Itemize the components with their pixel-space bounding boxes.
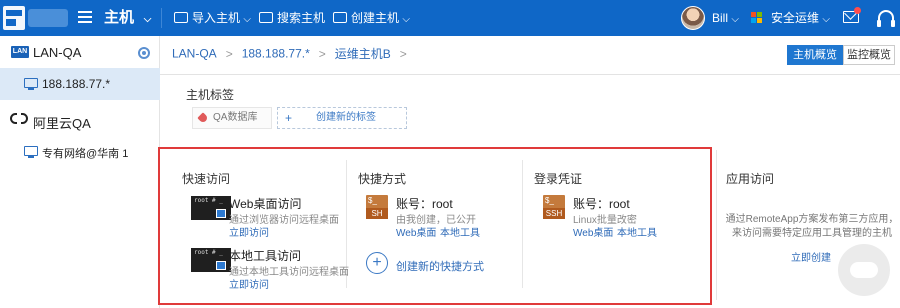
host-tags-title: 主机标签 — [186, 88, 235, 102]
breadcrumb-separator: > — [225, 46, 233, 61]
lan-badge-icon: LAN — [11, 46, 29, 58]
breadcrumb-ip-range[interactable]: 188.188.77.* — [242, 47, 310, 61]
terminal-icon-text: root # _ — [194, 249, 223, 256]
breadcrumb: LAN-QA >188.188.77.* > 运维主机B > — [172, 45, 416, 62]
chevron-down-icon: ⌵ — [822, 14, 830, 25]
import-host-icon — [174, 12, 188, 23]
import-host-label: 导入主机 — [192, 11, 241, 25]
cloud-watermark-icon — [838, 244, 890, 296]
organization-name: 安全运维 — [771, 11, 820, 25]
create-tag-label: 创建新的标签 — [316, 112, 376, 123]
notification-dot — [854, 7, 861, 14]
web-desktop-access-title: Web桌面访问 — [229, 197, 302, 211]
credential-account: 账号：root — [573, 197, 630, 211]
cloud-icon — [10, 113, 28, 124]
plus-icon: + — [285, 111, 293, 125]
shortcut-web-desktop-link[interactable]: Web桌面 — [396, 224, 436, 239]
tag-chip[interactable]: QA数据库 — [192, 107, 272, 129]
user-menu[interactable]: Bill ⌵ — [712, 0, 739, 36]
monitor-icon — [24, 146, 38, 158]
terminal-icon: root # _ — [191, 248, 231, 272]
app-access-title: 应用访问 — [726, 172, 775, 186]
headset-support-icon[interactable] — [877, 10, 895, 27]
host-group-sidebar: LAN LAN-QA 188.188.77.* 阿里云QA 专有网络@华南 1 — [0, 36, 160, 308]
search-host-button[interactable]: 搜索主机 — [277, 0, 325, 36]
organization-switcher[interactable]: 安全运维 ⌵ — [771, 0, 830, 36]
monitor-icon — [24, 78, 38, 90]
gear-icon[interactable] — [138, 47, 150, 59]
breadcrumb-lan-qa[interactable]: LAN-QA — [172, 47, 217, 61]
shortcuts-title: 快捷方式 — [358, 172, 407, 186]
user-avatar[interactable] — [681, 6, 705, 30]
hamburger-menu-icon[interactable] — [78, 11, 92, 23]
chevron-down-icon: ⌵ — [138, 14, 152, 25]
product-logo-icon[interactable] — [2, 5, 26, 31]
search-host-label: 搜索主机 — [277, 11, 326, 25]
sidebar-item-label: LAN-QA — [33, 45, 82, 60]
column-divider — [716, 150, 717, 300]
create-tag-button[interactable]: + 创建新的标签 — [277, 107, 407, 129]
breadcrumb-separator: > — [399, 46, 407, 61]
shell-shortcut-icon: $_ SH — [366, 195, 388, 219]
web-desktop-icon — [216, 209, 226, 218]
credential-local-tool-link[interactable]: 本地工具 — [617, 224, 657, 239]
sidebar-item-lan-qa[interactable]: LAN LAN-QA — [0, 36, 160, 68]
sidebar-item-label: 188.188.77.* — [42, 77, 111, 91]
plus-circle-icon[interactable]: + — [366, 252, 388, 274]
import-host-menu[interactable]: 导入主机 ⌵ — [192, 0, 251, 36]
app-access-create-link[interactable]: 立即创建 — [791, 249, 831, 264]
tag-icon — [197, 112, 209, 124]
chevron-down-icon: ⌵ — [243, 14, 251, 25]
quick-access-title: 快速访问 — [182, 172, 231, 186]
sidebar-item-vpc-south-china[interactable]: 专有网络@华南 1 — [0, 136, 160, 168]
header-divider — [160, 74, 900, 75]
tab-host-overview[interactable]: 主机概览 — [787, 45, 843, 65]
create-host-icon — [333, 12, 347, 23]
ssh-credential-icon-label: SSH — [543, 208, 565, 219]
shell-shortcut-icon-label: SH — [366, 208, 388, 219]
top-navigation-bar: 主机 ⌵ 导入主机 ⌵ 搜索主机 创建主机 ⌵ Bill ⌵ 安全运维 ⌵ — [0, 0, 900, 36]
credentials-title: 登录凭证 — [534, 172, 583, 186]
shortcut-account: 账号：root — [396, 197, 453, 211]
search-host-icon — [259, 12, 273, 23]
local-tool-access-title: 本地工具访问 — [229, 249, 302, 263]
module-switcher[interactable]: 主机 ⌵ — [104, 0, 151, 36]
breadcrumb-host[interactable]: 运维主机B — [335, 47, 391, 61]
create-host-label: 创建主机 — [351, 11, 400, 25]
module-title: 主机 — [104, 9, 135, 26]
breadcrumb-separator: > — [318, 46, 326, 61]
sidebar-item-label: 阿里云QA — [33, 116, 91, 131]
web-desktop-access-link[interactable]: 立即访问 — [229, 224, 269, 239]
toolbar-divider — [161, 8, 162, 28]
create-host-menu[interactable]: 创建主机 ⌵ — [351, 0, 410, 36]
terminal-icon: root # _ — [191, 196, 231, 220]
terminal-icon-text: root # _ — [194, 197, 223, 204]
shortcut-local-tool-link[interactable]: 本地工具 — [440, 224, 480, 239]
app-access-desc: 通过RemoteApp方案发布第三方应用，来访问需要特定应用工具管理的主机 — [725, 214, 899, 239]
create-shortcut-button[interactable]: 创建新的快捷方式 — [396, 258, 484, 274]
chevron-down-icon: ⌵ — [402, 14, 410, 25]
sidebar-item-label: 专有网络@华南 1 — [42, 148, 129, 160]
tag-label: QA数据库 — [213, 112, 258, 123]
column-divider — [522, 160, 523, 288]
sidebar-item-188-188-77[interactable]: 188.188.77.* — [0, 68, 160, 100]
chevron-down-icon: ⌵ — [731, 14, 739, 25]
user-name: Bill — [712, 11, 729, 25]
tenant-name-redacted — [28, 9, 68, 27]
local-tool-access-link[interactable]: 立即访问 — [229, 276, 269, 291]
ssh-credential-icon: $_ SSH — [543, 195, 565, 219]
organization-icon — [751, 12, 763, 24]
credential-web-desktop-link[interactable]: Web桌面 — [573, 224, 613, 239]
local-tool-icon — [216, 261, 226, 270]
tab-monitor-overview[interactable]: 监控概览 — [843, 45, 895, 65]
